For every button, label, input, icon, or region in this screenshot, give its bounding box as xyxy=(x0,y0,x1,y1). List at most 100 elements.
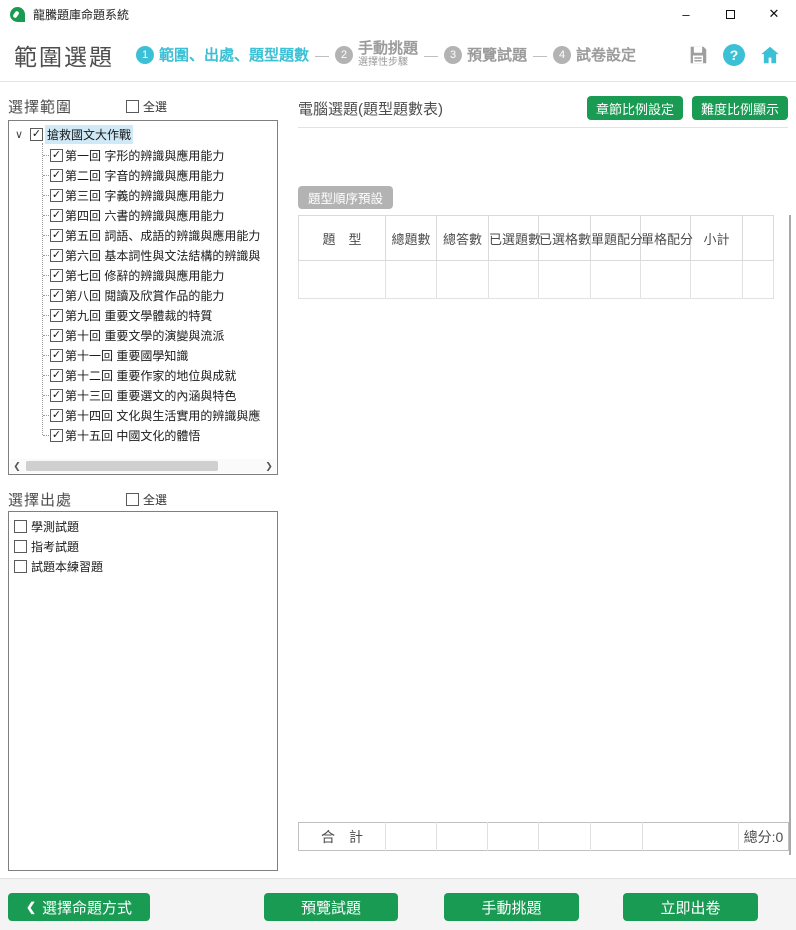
tree-item[interactable]: ✓第十二回 重要作家的地位與成就 xyxy=(9,365,277,385)
table-empty-cell xyxy=(437,261,489,299)
table-empty-cell xyxy=(641,261,691,299)
tree-item[interactable]: ✓第十回 重要文學的演變與流派 xyxy=(9,325,277,345)
maximize-icon xyxy=(726,10,735,19)
source-item[interactable]: 學測試題 xyxy=(14,516,272,536)
tree-item-checkbox[interactable]: ✓ xyxy=(50,209,63,222)
tree-item-label: 第十一回 重要國學知識 xyxy=(65,347,188,364)
step-3-circle: 3 xyxy=(444,46,462,64)
source-item-checkbox[interactable] xyxy=(14,520,27,533)
tree-connector xyxy=(43,275,49,276)
step-separator: — xyxy=(315,47,329,63)
scrollbar-thumb[interactable] xyxy=(26,461,218,471)
scroll-left-icon[interactable]: ❮ xyxy=(10,461,24,472)
back-to-mode-button[interactable]: ❮ 選擇命題方式 xyxy=(8,893,150,921)
tree-item-label: 第六回 基本詞性與文法結構的辨識與 xyxy=(65,247,260,264)
chapter-tree: ∨ ✓ 搶救國文大作戰 ✓第一回 字形的辨識與應用能力✓第二回 字音的辨識與應用… xyxy=(8,120,278,475)
maximize-button[interactable] xyxy=(708,0,752,28)
tree-connector xyxy=(43,335,49,336)
help-icon[interactable]: ? xyxy=(722,43,746,67)
tree-item-checkbox[interactable]: ✓ xyxy=(50,409,63,422)
totals-empty-cell xyxy=(643,823,739,851)
table-empty-cell xyxy=(539,261,591,299)
total-score-cell: 總分:0 xyxy=(739,823,789,851)
tree-item-checkbox[interactable]: ✓ xyxy=(50,369,63,382)
preview-questions-button[interactable]: 預覽試題 xyxy=(264,893,398,921)
tree-item-label: 第七回 修辭的辨識與應用能力 xyxy=(65,267,224,284)
scroll-right-icon[interactable]: ❯ xyxy=(262,461,276,472)
minimize-button[interactable]: – xyxy=(664,0,708,28)
horizontal-scrollbar[interactable]: ❮ ❯ xyxy=(10,459,276,473)
tree-item-checkbox[interactable]: ✓ xyxy=(50,389,63,402)
question-order-preset-button[interactable]: 題型順序預設 xyxy=(298,186,393,209)
table-empty-cell xyxy=(489,261,539,299)
tree-item[interactable]: ✓第七回 修辭的辨識與應用能力 xyxy=(9,265,277,285)
tree-connector xyxy=(43,395,49,396)
difficulty-ratio-button[interactable]: 難度比例顯示 xyxy=(692,96,788,120)
source-list: 學測試題指考試題試題本練習題 xyxy=(8,511,278,871)
tree-item-checkbox[interactable]: ✓ xyxy=(50,349,63,362)
generate-paper-button[interactable]: 立即出卷 xyxy=(623,893,758,921)
tree-item-checkbox[interactable]: ✓ xyxy=(50,289,63,302)
tree-item[interactable]: ✓第九回 重要文學體裁的特質 xyxy=(9,305,277,325)
chevron-down-icon[interactable]: ∨ xyxy=(15,128,30,141)
tree-item-checkbox[interactable]: ✓ xyxy=(50,149,63,162)
tree-item[interactable]: ✓第三回 字義的辨識與應用能力 xyxy=(9,185,277,205)
computer-selection-header: 電腦選題(題型題數表) 章節比例設定 難度比例顯示 xyxy=(298,94,788,122)
tree-item-label: 第十二回 重要作家的地位與成就 xyxy=(65,367,236,384)
tree-item[interactable]: ✓第四回 六書的辨識與應用能力 xyxy=(9,205,277,225)
source-item-checkbox[interactable] xyxy=(14,540,27,553)
home-icon[interactable] xyxy=(758,43,782,67)
step-1-range[interactable]: 1 範圍、出處、題型題數 xyxy=(136,44,309,65)
tree-connector xyxy=(43,235,49,236)
tree-item[interactable]: ✓第八回 閱讀及欣賞作品的能力 xyxy=(9,285,277,305)
table-header-cell: 單格配分 xyxy=(641,216,691,261)
manual-pick-button[interactable]: 手動挑題 xyxy=(444,893,579,921)
header-icons: ? xyxy=(686,43,782,67)
tree-item-checkbox[interactable]: ✓ xyxy=(50,189,63,202)
tree-connector xyxy=(43,295,49,296)
source-item[interactable]: 指考試題 xyxy=(14,536,272,556)
tree-item-checkbox[interactable]: ✓ xyxy=(50,429,63,442)
tree-item-checkbox[interactable]: ✓ xyxy=(50,269,63,282)
tree-root-item[interactable]: ∨ ✓ 搶救國文大作戰 xyxy=(9,123,277,145)
tree-item[interactable]: ✓第十四回 文化與生活實用的辨識與應 xyxy=(9,405,277,425)
tree-item[interactable]: ✓第五回 詞語、成語的辨識與應用能力 xyxy=(9,225,277,245)
tree-item[interactable]: ✓第十一回 重要國學知識 xyxy=(9,345,277,365)
tree-item-checkbox[interactable]: ✓ xyxy=(50,249,63,262)
chapter-ratio-button[interactable]: 章節比例設定 xyxy=(587,96,683,120)
tree-item-checkbox[interactable]: ✓ xyxy=(50,309,63,322)
source-item-checkbox[interactable] xyxy=(14,560,27,573)
tree-item-checkbox[interactable]: ✓ xyxy=(50,229,63,242)
tree-item[interactable]: ✓第一回 字形的辨識與應用能力 xyxy=(9,145,277,165)
tree-item-label: 第十回 重要文學的演變與流派 xyxy=(65,327,224,344)
step-4-paper-settings[interactable]: 4 試卷設定 xyxy=(553,44,636,65)
table-header-cell: 總答數 xyxy=(437,216,489,261)
vertical-scrollbar[interactable] xyxy=(789,215,791,855)
tree-connector xyxy=(43,155,49,156)
close-button[interactable]: ✕ xyxy=(752,0,796,28)
source-item-label: 指考試題 xyxy=(31,538,79,555)
range-select-all-checkbox[interactable] xyxy=(126,100,139,113)
table-empty-cell xyxy=(691,261,743,299)
app-window: 龍騰題庫命題系統 – ✕ 範圍選題 1 範圍、出處、題型題數 — 2 手動挑題 … xyxy=(0,0,796,930)
table-header-cell: 題 型 xyxy=(299,216,386,261)
step-2-circle: 2 xyxy=(335,46,353,64)
source-item-label: 學測試題 xyxy=(31,518,79,535)
tree-item[interactable]: ✓第二回 字音的辨識與應用能力 xyxy=(9,165,277,185)
totals-empty-cell xyxy=(539,823,591,851)
app-icon xyxy=(10,7,25,22)
tree-root-checkbox[interactable]: ✓ xyxy=(30,128,43,141)
tree-item[interactable]: ✓第十三回 重要選文的內涵與特色 xyxy=(9,385,277,405)
source-select-all-checkbox[interactable] xyxy=(126,493,139,506)
tree-connector xyxy=(43,175,49,176)
save-icon[interactable] xyxy=(686,43,710,67)
source-item[interactable]: 試題本練習題 xyxy=(14,556,272,576)
tree-item-checkbox[interactable]: ✓ xyxy=(50,169,63,182)
tree-item-label: 第二回 字音的辨識與應用能力 xyxy=(65,167,224,184)
step-2-manual-pick[interactable]: 2 手動挑題 選擇性步驟 xyxy=(335,41,418,69)
tree-item[interactable]: ✓第十五回 中國文化的體悟 xyxy=(9,425,277,445)
tree-item-checkbox[interactable]: ✓ xyxy=(50,329,63,342)
tree-item[interactable]: ✓第六回 基本詞性與文法結構的辨識與 xyxy=(9,245,277,265)
step-3-preview[interactable]: 3 預覽試題 xyxy=(444,44,527,65)
table-empty-cell xyxy=(591,261,641,299)
